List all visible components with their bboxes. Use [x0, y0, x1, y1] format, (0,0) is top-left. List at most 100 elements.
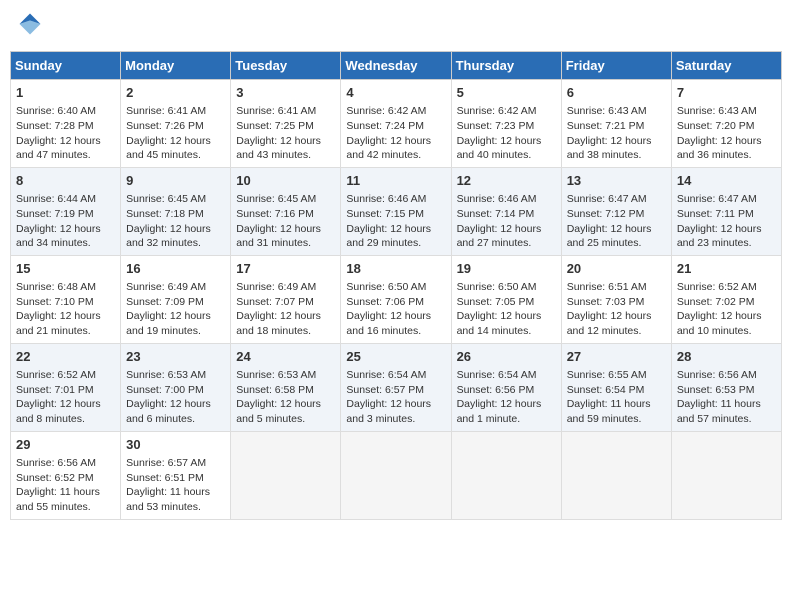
calendar-cell: 4 Sunrise: 6:42 AMSunset: 7:24 PMDaylight…	[341, 80, 451, 168]
day-number: 3	[236, 84, 335, 102]
day-info: Sunrise: 6:44 AMSunset: 7:19 PMDaylight:…	[16, 192, 115, 251]
day-number: 30	[126, 436, 225, 454]
day-number: 1	[16, 84, 115, 102]
day-info: Sunrise: 6:51 AMSunset: 7:03 PMDaylight:…	[567, 280, 666, 339]
col-header-friday: Friday	[561, 52, 671, 80]
calendar-cell: 6 Sunrise: 6:43 AMSunset: 7:21 PMDaylight…	[561, 80, 671, 168]
day-info: Sunrise: 6:49 AMSunset: 7:09 PMDaylight:…	[126, 280, 225, 339]
calendar-cell: 18 Sunrise: 6:50 AMSunset: 7:06 PMDayligh…	[341, 255, 451, 343]
day-info: Sunrise: 6:41 AMSunset: 7:25 PMDaylight:…	[236, 104, 335, 163]
day-info: Sunrise: 6:47 AMSunset: 7:12 PMDaylight:…	[567, 192, 666, 251]
calendar-cell	[451, 431, 561, 519]
day-number: 11	[346, 172, 445, 190]
calendar-cell: 24 Sunrise: 6:53 AMSunset: 6:58 PMDayligh…	[231, 343, 341, 431]
day-info: Sunrise: 6:45 AMSunset: 7:16 PMDaylight:…	[236, 192, 335, 251]
day-number: 5	[457, 84, 556, 102]
day-info: Sunrise: 6:45 AMSunset: 7:18 PMDaylight:…	[126, 192, 225, 251]
calendar-cell: 26 Sunrise: 6:54 AMSunset: 6:56 PMDayligh…	[451, 343, 561, 431]
col-header-wednesday: Wednesday	[341, 52, 451, 80]
calendar-cell: 23Sunrise: 6:53 AMSunset: 7:00 PMDayligh…	[121, 343, 231, 431]
calendar-cell: 1 Sunrise: 6:40 AMSunset: 7:28 PMDaylight…	[11, 80, 121, 168]
day-info: Sunrise: 6:46 AMSunset: 7:14 PMDaylight:…	[457, 192, 556, 251]
day-number: 24	[236, 348, 335, 366]
day-info: Sunrise: 6:53 AMSunset: 7:00 PMDaylight:…	[126, 368, 225, 427]
calendar-week-4: 22Sunrise: 6:52 AMSunset: 7:01 PMDayligh…	[11, 343, 782, 431]
day-info: Sunrise: 6:52 AMSunset: 7:02 PMDaylight:…	[677, 280, 776, 339]
calendar-cell: 12 Sunrise: 6:46 AMSunset: 7:14 PMDayligh…	[451, 167, 561, 255]
calendar-cell: 27 Sunrise: 6:55 AMSunset: 6:54 PMDayligh…	[561, 343, 671, 431]
day-number: 6	[567, 84, 666, 102]
calendar-cell: 22Sunrise: 6:52 AMSunset: 7:01 PMDayligh…	[11, 343, 121, 431]
calendar-week-1: 1 Sunrise: 6:40 AMSunset: 7:28 PMDaylight…	[11, 80, 782, 168]
day-number: 16	[126, 260, 225, 278]
day-number: 17	[236, 260, 335, 278]
day-number: 21	[677, 260, 776, 278]
calendar-cell	[671, 431, 781, 519]
calendar-cell: 2 Sunrise: 6:41 AMSunset: 7:26 PMDaylight…	[121, 80, 231, 168]
calendar-cell: 21 Sunrise: 6:52 AMSunset: 7:02 PMDayligh…	[671, 255, 781, 343]
day-number: 13	[567, 172, 666, 190]
page-header	[10, 10, 782, 43]
day-number: 26	[457, 348, 556, 366]
day-info: Sunrise: 6:49 AMSunset: 7:07 PMDaylight:…	[236, 280, 335, 339]
calendar-cell: 3 Sunrise: 6:41 AMSunset: 7:25 PMDaylight…	[231, 80, 341, 168]
calendar-cell	[561, 431, 671, 519]
day-info: Sunrise: 6:55 AMSunset: 6:54 PMDaylight:…	[567, 368, 666, 427]
calendar-cell	[341, 431, 451, 519]
day-info: Sunrise: 6:56 AMSunset: 6:52 PMDaylight:…	[16, 456, 115, 515]
day-info: Sunrise: 6:48 AMSunset: 7:10 PMDaylight:…	[16, 280, 115, 339]
day-info: Sunrise: 6:47 AMSunset: 7:11 PMDaylight:…	[677, 192, 776, 251]
calendar-cell: 7Sunrise: 6:43 AMSunset: 7:20 PMDaylight…	[671, 80, 781, 168]
calendar-cell: 20 Sunrise: 6:51 AMSunset: 7:03 PMDayligh…	[561, 255, 671, 343]
day-number: 25	[346, 348, 445, 366]
day-info: Sunrise: 6:52 AMSunset: 7:01 PMDaylight:…	[16, 368, 115, 427]
calendar-cell: 25 Sunrise: 6:54 AMSunset: 6:57 PMDayligh…	[341, 343, 451, 431]
day-info: Sunrise: 6:42 AMSunset: 7:23 PMDaylight:…	[457, 104, 556, 163]
calendar-cell: 5 Sunrise: 6:42 AMSunset: 7:23 PMDaylight…	[451, 80, 561, 168]
logo-icon	[16, 10, 44, 38]
day-info: Sunrise: 6:53 AMSunset: 6:58 PMDaylight:…	[236, 368, 335, 427]
col-header-saturday: Saturday	[671, 52, 781, 80]
day-number: 18	[346, 260, 445, 278]
day-info: Sunrise: 6:40 AMSunset: 7:28 PMDaylight:…	[16, 104, 115, 163]
day-info: Sunrise: 6:54 AMSunset: 6:56 PMDaylight:…	[457, 368, 556, 427]
calendar-cell: 15 Sunrise: 6:48 AMSunset: 7:10 PMDayligh…	[11, 255, 121, 343]
day-number: 9	[126, 172, 225, 190]
day-info: Sunrise: 6:43 AMSunset: 7:21 PMDaylight:…	[567, 104, 666, 163]
day-number: 20	[567, 260, 666, 278]
day-info: Sunrise: 6:41 AMSunset: 7:26 PMDaylight:…	[126, 104, 225, 163]
day-info: Sunrise: 6:42 AMSunset: 7:24 PMDaylight:…	[346, 104, 445, 163]
day-number: 4	[346, 84, 445, 102]
day-number: 8	[16, 172, 115, 190]
day-number: 15	[16, 260, 115, 278]
logo	[14, 10, 46, 43]
day-number: 19	[457, 260, 556, 278]
calendar-cell: 17 Sunrise: 6:49 AMSunset: 7:07 PMDayligh…	[231, 255, 341, 343]
col-header-tuesday: Tuesday	[231, 52, 341, 80]
calendar-cell: 14 Sunrise: 6:47 AMSunset: 7:11 PMDayligh…	[671, 167, 781, 255]
calendar-cell: 16 Sunrise: 6:49 AMSunset: 7:09 PMDayligh…	[121, 255, 231, 343]
col-header-thursday: Thursday	[451, 52, 561, 80]
day-number: 14	[677, 172, 776, 190]
calendar-cell	[231, 431, 341, 519]
day-info: Sunrise: 6:54 AMSunset: 6:57 PMDaylight:…	[346, 368, 445, 427]
day-number: 29	[16, 436, 115, 454]
calendar-cell: 10 Sunrise: 6:45 AMSunset: 7:16 PMDayligh…	[231, 167, 341, 255]
calendar-cell: 29 Sunrise: 6:56 AMSunset: 6:52 PMDayligh…	[11, 431, 121, 519]
day-info: Sunrise: 6:50 AMSunset: 7:06 PMDaylight:…	[346, 280, 445, 339]
day-number: 2	[126, 84, 225, 102]
day-info: Sunrise: 6:57 AMSunset: 6:51 PMDaylight:…	[126, 456, 225, 515]
calendar-week-5: 29 Sunrise: 6:56 AMSunset: 6:52 PMDayligh…	[11, 431, 782, 519]
day-number: 7	[677, 84, 776, 102]
day-number: 10	[236, 172, 335, 190]
day-number: 28	[677, 348, 776, 366]
day-info: Sunrise: 6:56 AMSunset: 6:53 PMDaylight:…	[677, 368, 776, 427]
calendar-cell: 28 Sunrise: 6:56 AMSunset: 6:53 PMDayligh…	[671, 343, 781, 431]
calendar-cell: 9 Sunrise: 6:45 AMSunset: 7:18 PMDaylight…	[121, 167, 231, 255]
day-info: Sunrise: 6:46 AMSunset: 7:15 PMDaylight:…	[346, 192, 445, 251]
calendar-week-2: 8 Sunrise: 6:44 AMSunset: 7:19 PMDaylight…	[11, 167, 782, 255]
day-number: 12	[457, 172, 556, 190]
calendar-cell: 8 Sunrise: 6:44 AMSunset: 7:19 PMDaylight…	[11, 167, 121, 255]
day-info: Sunrise: 6:50 AMSunset: 7:05 PMDaylight:…	[457, 280, 556, 339]
day-number: 27	[567, 348, 666, 366]
